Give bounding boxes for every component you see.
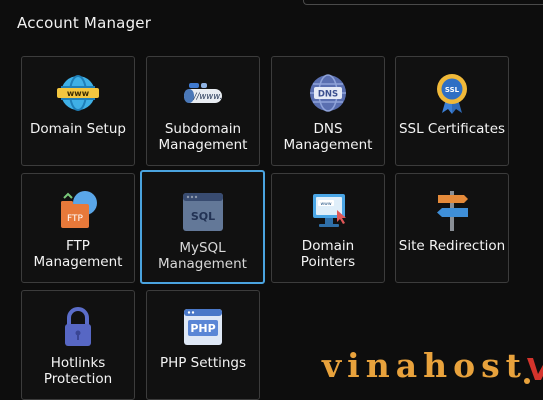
svg-text:SSL: SSL xyxy=(445,86,460,94)
tile-label: PHP Settings xyxy=(159,355,247,371)
tile-label: Hotlinks Protection xyxy=(43,355,113,387)
svg-text:DNS: DNS xyxy=(318,90,338,100)
tile-ftp-management[interactable]: FTP FTP Management xyxy=(21,173,135,283)
vinahost-logo: vinahost xyxy=(322,346,543,386)
logo-text: vinahost xyxy=(322,346,527,385)
monitor-www-icon: www xyxy=(313,194,346,227)
svg-text://www.: //www. xyxy=(193,92,223,102)
tile-label: Site Redirection xyxy=(398,238,506,254)
tile-php-settings[interactable]: PHP PHP Settings xyxy=(146,290,260,400)
tile-label: DNS Management xyxy=(283,121,373,153)
tile-label: Subdomain Management xyxy=(158,121,248,153)
tile-label: FTP Management xyxy=(33,238,123,270)
ftp-folder-icon: FTP xyxy=(61,191,97,228)
tile-subdomain-management[interactable]: //www. Subdomain Management xyxy=(146,56,260,166)
ssl-badge-icon: SSL xyxy=(437,74,467,114)
svg-text:SQL: SQL xyxy=(190,210,214,223)
tile-domain-pointers[interactable]: www Domain Pointers xyxy=(271,173,385,283)
tile-label: MySQL Management xyxy=(158,240,247,272)
checkmark-v-logo-icon xyxy=(523,358,543,384)
padlock-icon xyxy=(65,307,91,346)
tile-label: Domain Pointers xyxy=(300,238,356,270)
signpost-icon xyxy=(437,191,468,231)
tile-hotlinks-protection[interactable]: Hotlinks Protection xyxy=(21,290,135,400)
globe-www-icon: www xyxy=(57,75,99,111)
tile-domain-setup[interactable]: www Domain Setup xyxy=(21,56,135,166)
svg-text:PHP: PHP xyxy=(190,322,215,335)
dns-globe-icon: DNS xyxy=(310,74,346,112)
tile-site-redirection[interactable]: Site Redirection xyxy=(395,173,509,283)
tile-label: Domain Setup xyxy=(30,121,126,137)
svg-text:www: www xyxy=(67,89,90,98)
top-edge-divider xyxy=(303,0,543,5)
www-pill-icon: //www. xyxy=(184,83,223,103)
tile-label: SSL Certificates xyxy=(398,121,506,137)
tile-mysql-management[interactable]: SQL MySQL Management xyxy=(140,170,265,284)
tile-ssl-certificates[interactable]: SSL SSL Certificates xyxy=(395,56,509,166)
svg-text:www: www xyxy=(320,202,331,207)
php-window-icon: PHP xyxy=(184,309,222,345)
sql-window-icon: SQL xyxy=(182,193,223,231)
tile-dns-management[interactable]: DNS DNS Management xyxy=(271,56,385,166)
svg-text:FTP: FTP xyxy=(67,214,84,224)
page-title: Account Manager xyxy=(17,14,152,32)
